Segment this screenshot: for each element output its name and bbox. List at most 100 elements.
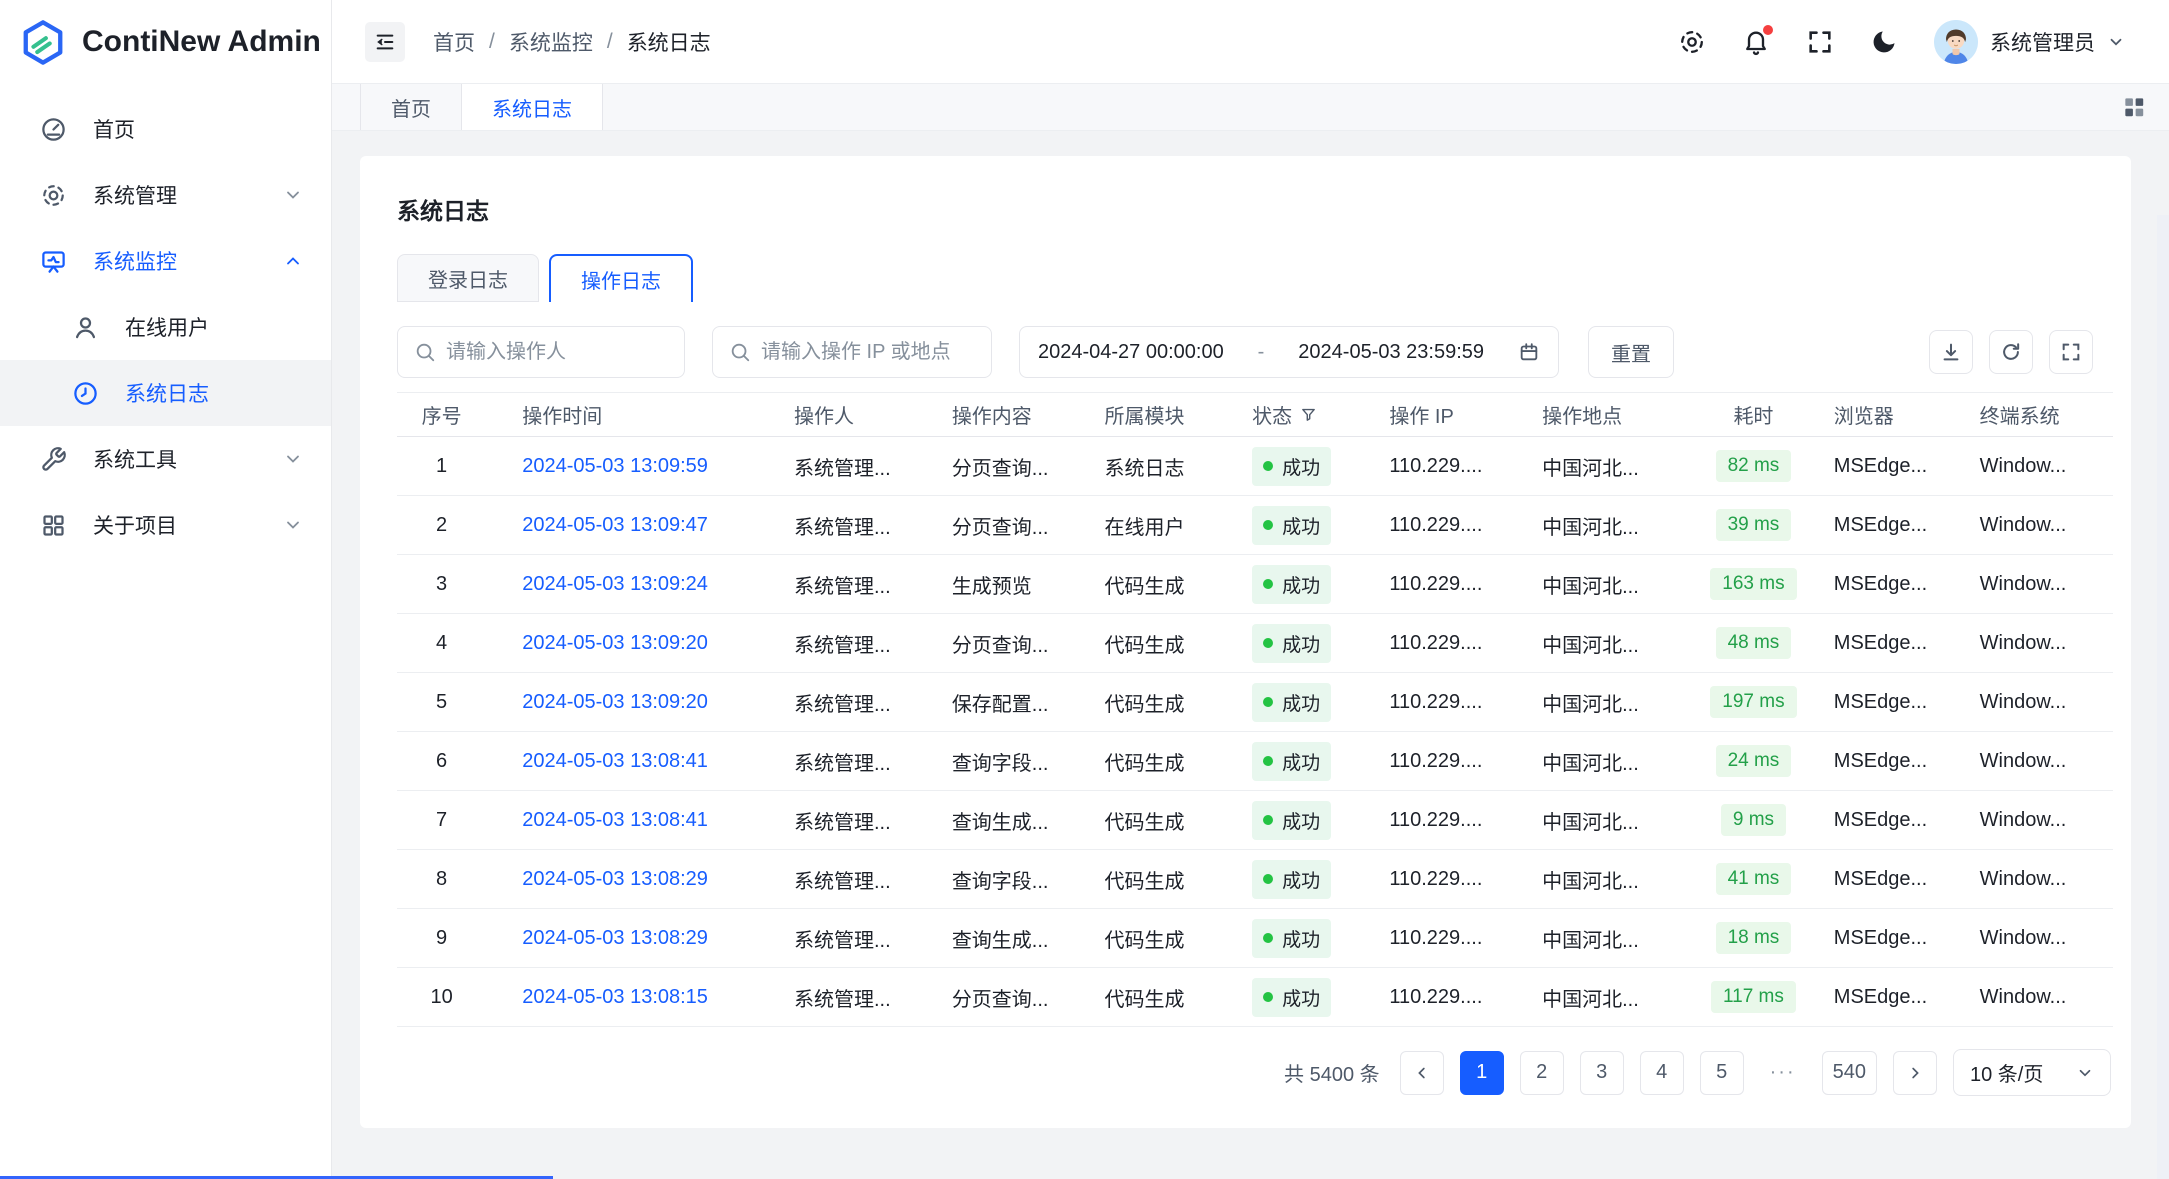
- log-time-link[interactable]: 2024-05-03 13:08:41: [522, 809, 708, 831]
- breadcrumb-monitor[interactable]: 系统监控: [509, 27, 593, 57]
- sidebar-item-home[interactable]: 首页: [0, 96, 331, 162]
- cell-browser: MSEdge...: [1818, 614, 1964, 673]
- cell-time: 2024-05-03 13:09:20: [486, 614, 778, 673]
- status-dot: [1263, 933, 1273, 943]
- status-dot: [1263, 520, 1273, 530]
- cell-status: 成功: [1236, 850, 1373, 909]
- log-time-link[interactable]: 2024-05-03 13:09:59: [522, 455, 708, 477]
- log-time-link[interactable]: 2024-05-03 13:08:15: [522, 986, 708, 1008]
- cell-content: 分页查询...: [936, 614, 1089, 673]
- cell-ip: 110.229....: [1373, 909, 1526, 968]
- status-dot: [1263, 697, 1273, 707]
- cell-location: 中国河北...: [1526, 496, 1689, 555]
- cell-os: Window...: [1964, 673, 2113, 732]
- log-time-link[interactable]: 2024-05-03 13:09:20: [522, 691, 708, 713]
- pagination-page-3[interactable]: 3: [1580, 1051, 1624, 1095]
- cell-content: 生成预览: [936, 555, 1089, 614]
- tab-login-log[interactable]: 登录日志: [397, 254, 539, 302]
- notification-icon[interactable]: [1742, 28, 1770, 56]
- cell-location: 中国河北...: [1526, 791, 1689, 850]
- pagination-next-button[interactable]: [1893, 1051, 1937, 1095]
- reset-button[interactable]: 重置: [1588, 326, 1674, 378]
- cell-content: 查询字段...: [936, 850, 1089, 909]
- breadcrumb-home[interactable]: 首页: [433, 27, 475, 57]
- pagination-ellipsis[interactable]: ···: [1760, 1051, 1806, 1095]
- pagination-prev-button[interactable]: [1400, 1051, 1444, 1095]
- date-start-value[interactable]: 2024-04-27 00:00:00: [1038, 341, 1224, 364]
- cell-status: 成功: [1236, 791, 1373, 850]
- chevron-down-icon: [283, 185, 303, 205]
- pagination-page-540[interactable]: 540: [1822, 1051, 1877, 1095]
- logo-row[interactable]: ContiNew Admin: [0, 0, 331, 84]
- log-time-link[interactable]: 2024-05-03 13:09:24: [522, 573, 708, 595]
- scrollbar[interactable]: [2157, 215, 2169, 1179]
- sidebar-item-system-log[interactable]: 系统日志: [0, 360, 331, 426]
- table-row: 72024-05-03 13:08:41系统管理...查询生成...代码生成成功…: [397, 791, 2113, 850]
- tags-bar: 首页 系统日志: [332, 84, 2169, 131]
- log-type-tabs: 登录日志 操作日志: [397, 254, 2113, 302]
- cell-module: 代码生成: [1089, 614, 1237, 673]
- breadcrumb-separator: /: [489, 30, 495, 54]
- refresh-button[interactable]: [1989, 330, 2033, 374]
- cell-module: 代码生成: [1089, 850, 1237, 909]
- tab-operation-log[interactable]: 操作日志: [549, 254, 693, 302]
- cell-time: 2024-05-03 13:09:20: [486, 673, 778, 732]
- sidebar-item-about-project[interactable]: 关于项目: [0, 492, 331, 558]
- cell-browser: MSEdge...: [1818, 850, 1964, 909]
- funnel-icon[interactable]: [1300, 406, 1317, 423]
- date-end-value[interactable]: 2024-05-03 23:59:59: [1298, 341, 1484, 364]
- sidebar-item-system-monitor[interactable]: 系统监控: [0, 228, 331, 294]
- sidebar-item-online-users[interactable]: 在线用户: [0, 294, 331, 360]
- user-menu[interactable]: 系统管理员: [1934, 20, 2125, 64]
- pagination-page-2[interactable]: 2: [1520, 1051, 1564, 1095]
- log-time-link[interactable]: 2024-05-03 13:09:20: [522, 632, 708, 654]
- col-header-status-label: 状态: [1252, 400, 1292, 429]
- status-badge: 成功: [1252, 683, 1331, 722]
- sidebar-item-system-management[interactable]: 系统管理: [0, 162, 331, 228]
- tag-tab-home[interactable]: 首页: [360, 84, 462, 130]
- system-log-card: 系统日志 登录日志 操作日志: [360, 156, 2131, 1128]
- cell-ip: 110.229....: [1373, 791, 1526, 850]
- cell-location: 中国河北...: [1526, 673, 1689, 732]
- col-header-operator: 操作人: [778, 393, 936, 437]
- settings-icon[interactable]: [1678, 28, 1706, 56]
- status-dot: [1263, 874, 1273, 884]
- sidebar-item-label: 系统监控: [93, 246, 177, 276]
- cell-operator: 系统管理...: [778, 850, 936, 909]
- notification-badge-dot: [1763, 25, 1773, 35]
- pagination-page-5[interactable]: 5: [1700, 1051, 1744, 1095]
- pagination-page-1[interactable]: 1: [1460, 1051, 1504, 1095]
- cell-operator: 系统管理...: [778, 909, 936, 968]
- table-row: 102024-05-03 13:08:15系统管理...分页查询...代码生成成…: [397, 968, 2113, 1027]
- tag-tab-system-log[interactable]: 系统日志: [462, 84, 603, 130]
- fullscreen-icon[interactable]: [1806, 28, 1834, 56]
- cell-duration: 39 ms: [1689, 496, 1818, 555]
- apps-grid-icon[interactable]: [2121, 94, 2147, 120]
- cell-duration: 117 ms: [1689, 968, 1818, 1027]
- page-size-select[interactable]: 10 条/页: [1953, 1049, 2111, 1096]
- duration-badge: 39 ms: [1716, 509, 1792, 541]
- cell-ip: 110.229....: [1373, 614, 1526, 673]
- chevron-up-icon: [283, 251, 303, 271]
- table-fullscreen-button[interactable]: [2049, 330, 2093, 374]
- status-dot: [1263, 756, 1273, 766]
- ip-search-input[interactable]: [761, 341, 975, 364]
- tab-label: 登录日志: [428, 264, 508, 293]
- pagination-page-4[interactable]: 4: [1640, 1051, 1684, 1095]
- download-button[interactable]: [1929, 330, 1973, 374]
- cell-module: 代码生成: [1089, 555, 1237, 614]
- log-time-link[interactable]: 2024-05-03 13:09:47: [522, 514, 708, 536]
- cell-ip: 110.229....: [1373, 496, 1526, 555]
- cell-operator: 系统管理...: [778, 791, 936, 850]
- log-time-link[interactable]: 2024-05-03 13:08:41: [522, 750, 708, 772]
- sidebar-item-system-tools[interactable]: 系统工具: [0, 426, 331, 492]
- cell-no: 10: [397, 968, 486, 1027]
- date-range-picker[interactable]: 2024-04-27 00:00:00 - 2024-05-03 23:59:5…: [1019, 326, 1559, 378]
- log-time-link[interactable]: 2024-05-03 13:08:29: [522, 927, 708, 949]
- sidebar-collapse-button[interactable]: [365, 22, 405, 62]
- operator-search-input[interactable]: [446, 341, 668, 364]
- cell-time: 2024-05-03 13:09:47: [486, 496, 778, 555]
- log-time-link[interactable]: 2024-05-03 13:08:29: [522, 868, 708, 890]
- cell-duration: 163 ms: [1689, 555, 1818, 614]
- dark-mode-icon[interactable]: [1870, 28, 1898, 56]
